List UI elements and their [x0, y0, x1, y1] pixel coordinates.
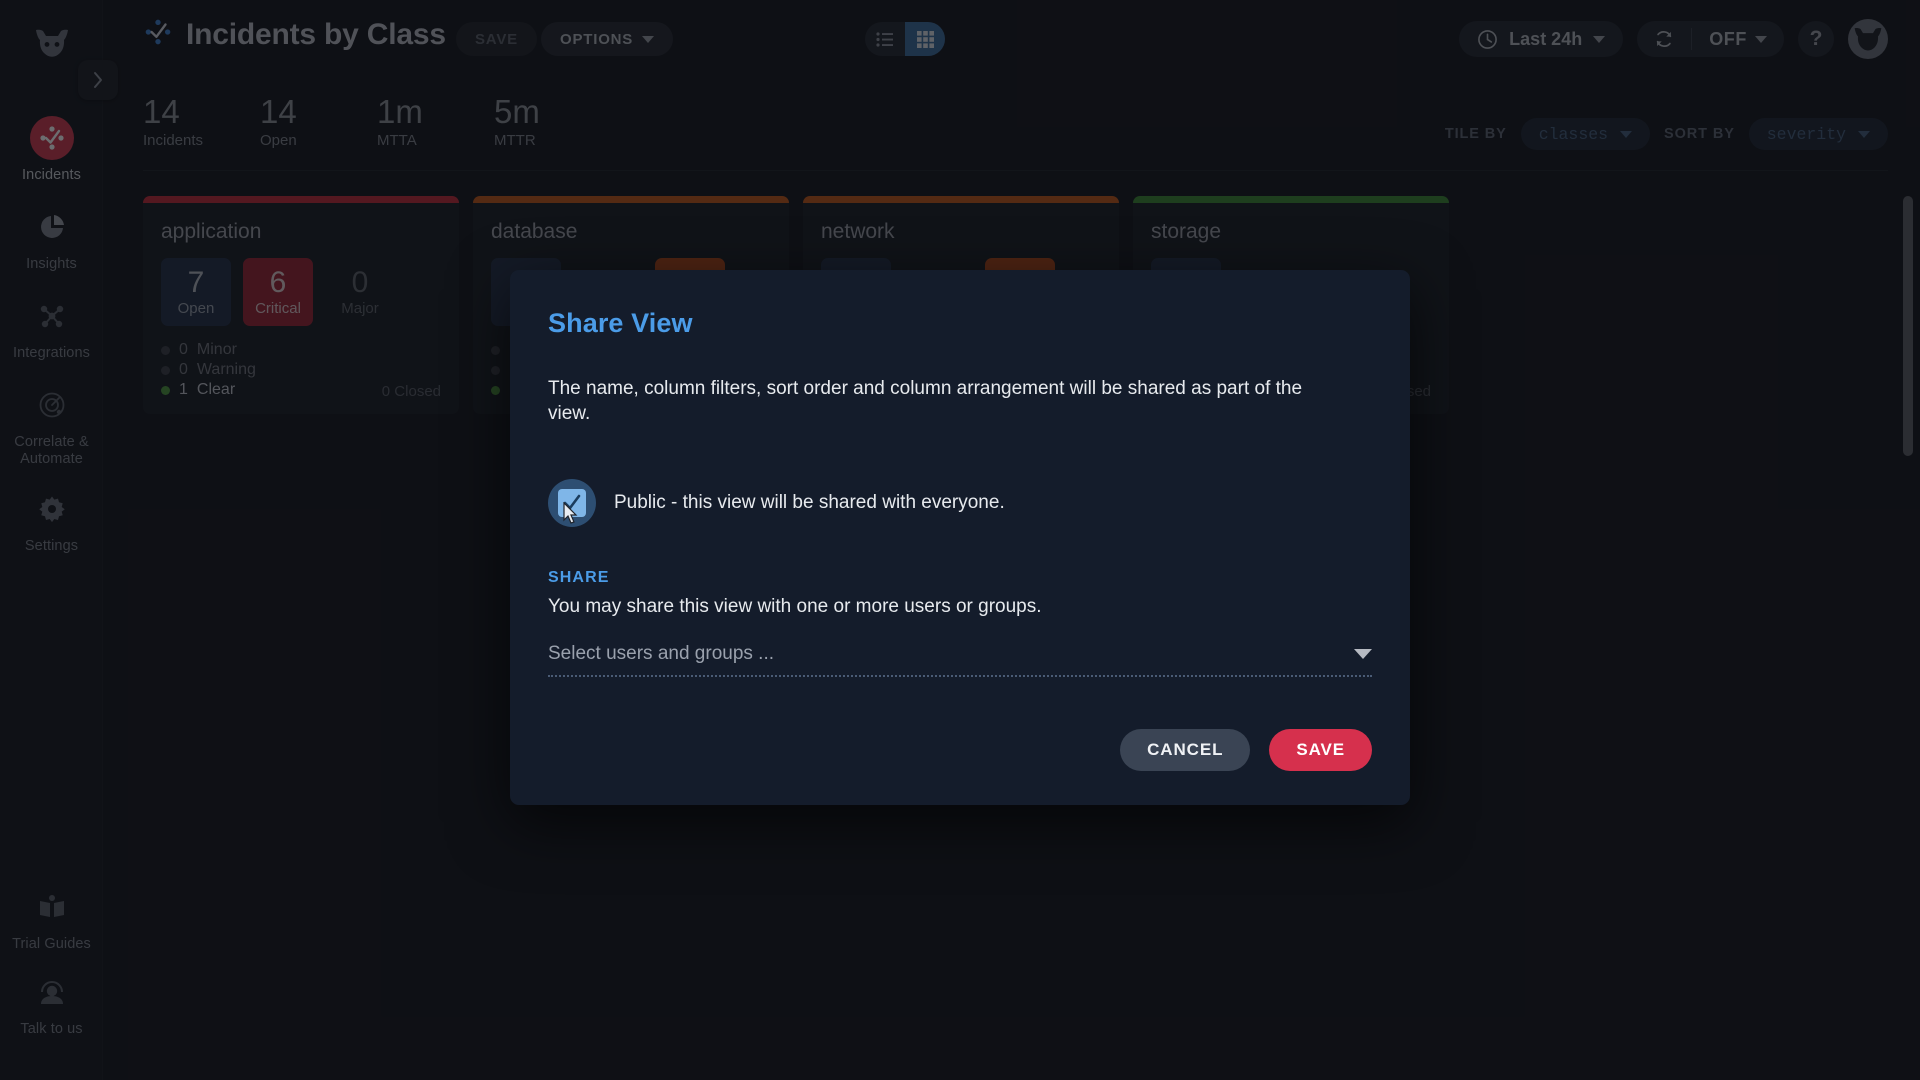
- users-groups-placeholder: Select users and groups ...: [548, 643, 775, 664]
- save-button-label: SAVE: [1296, 740, 1345, 759]
- checkbox-box: [558, 489, 586, 517]
- cancel-button-label: CANCEL: [1147, 740, 1224, 759]
- users-groups-select[interactable]: Select users and groups ...: [548, 643, 1372, 677]
- cancel-button[interactable]: CANCEL: [1120, 729, 1251, 771]
- share-section-subtext: You may share this view with one or more…: [548, 596, 1042, 617]
- check-icon: [563, 494, 581, 510]
- public-checkbox-row: Public - this view will be shared with e…: [548, 479, 1372, 527]
- dialog-description: The name, column filters, sort order and…: [548, 378, 1303, 424]
- share-section-heading: SHARE: [548, 569, 610, 586]
- share-view-dialog: Share View The name, column filters, sor…: [510, 270, 1410, 805]
- chevron-down-icon: [1354, 649, 1372, 659]
- public-checkbox-label: Public - this view will be shared with e…: [614, 492, 1005, 513]
- public-checkbox[interactable]: [548, 479, 596, 527]
- dialog-actions: CANCEL SAVE: [1120, 729, 1372, 771]
- save-button[interactable]: SAVE: [1269, 729, 1372, 771]
- dialog-title: Share View: [548, 308, 693, 338]
